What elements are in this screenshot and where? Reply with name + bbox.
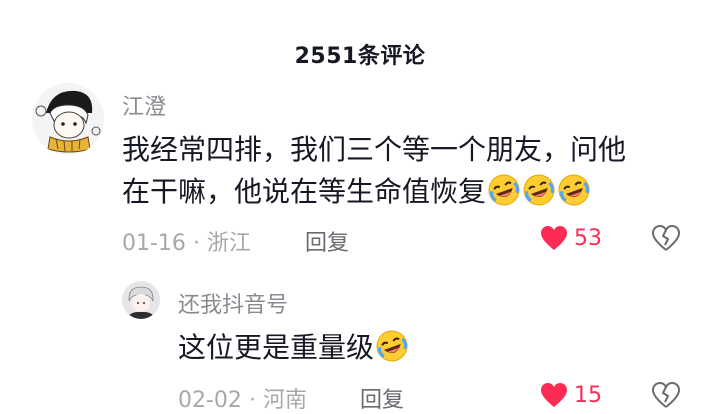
comment-location: 浙江 (206, 231, 251, 256)
rolling-on-floor-laughing-emoji (522, 173, 556, 207)
broken-heart-icon (652, 382, 680, 408)
comment-date: 01-16 (122, 231, 186, 256)
rolling-on-floor-laughing-emoji (557, 173, 591, 207)
meta-separator: · (248, 388, 256, 413)
like-count: 53 (574, 225, 602, 251)
heart-filled-icon (541, 226, 567, 250)
reply-author-name[interactable]: 还我抖音号 (178, 287, 288, 319)
reply-date: 02-02 (178, 388, 242, 413)
rolling-on-floor-laughing-emoji (487, 173, 521, 207)
reply-reply-button[interactable]: 回复 (360, 382, 404, 414)
comment-text: 我经常四排，我们三个等一个朋友，问他 在干嘛，他说在等生命值恢复 (122, 129, 682, 213)
rolling-on-floor-laughing-emoji (375, 329, 409, 363)
dislike-button[interactable] (652, 225, 680, 255)
reply-location: 河南 (262, 388, 307, 413)
comment-text-line-2: 在干嘛，他说在等生命值恢复 (122, 171, 682, 213)
reply-like-count: 15 (574, 382, 602, 408)
avatar[interactable] (32, 83, 104, 155)
heart-filled-icon (541, 383, 567, 407)
broken-heart-icon (652, 225, 680, 251)
like-button[interactable]: 53 (540, 225, 602, 251)
comment-meta: 01-16 · 浙江 (122, 225, 251, 257)
reply-meta: 02-02 · 河南 (178, 382, 307, 414)
reply-avatar[interactable] (122, 281, 160, 319)
comment-author-name[interactable]: 江澄 (122, 89, 166, 121)
reply-dislike-button[interactable] (652, 382, 680, 412)
meta-separator: · (192, 231, 200, 256)
reply-button[interactable]: 回复 (305, 225, 349, 257)
reply-text: 这位更是重量级 (178, 327, 409, 369)
comments-count-title: 2551条评论 (294, 44, 426, 69)
reply-like-button[interactable]: 15 (540, 382, 602, 408)
comment-text-line: 我经常四排，我们三个等一个朋友，问他 (122, 133, 627, 166)
